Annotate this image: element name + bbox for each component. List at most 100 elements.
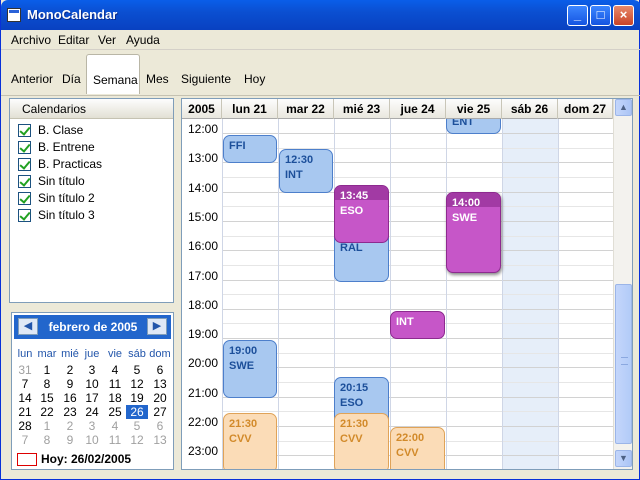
checkbox-checked-icon[interactable] <box>18 124 31 137</box>
weekday-label: mar <box>37 348 57 360</box>
mini-calendar-day[interactable]: 14 <box>14 391 36 405</box>
day-header[interactable]: mié 23 <box>334 99 390 119</box>
event-block[interactable]: INT <box>390 311 445 339</box>
maximize-button[interactable]: □ <box>590 5 611 26</box>
event-block[interactable]: 13:45 ESO <box>334 185 389 243</box>
menu-ver[interactable]: Ver <box>98 33 116 47</box>
mini-calendar-day[interactable]: 28 <box>14 419 36 433</box>
title-bar[interactable]: MonoCalendar _ □ × <box>1 0 640 30</box>
hour-label: 21:00 <box>187 385 218 400</box>
event-block[interactable]: 19:00 SWE <box>223 340 277 398</box>
mini-calendar-day[interactable]: 24 <box>81 405 103 419</box>
mini-calendar-day[interactable]: 13 <box>149 377 171 391</box>
mini-calendar-day[interactable]: 25 <box>104 405 126 419</box>
today-indicator[interactable]: Hoy: 26/02/2005 <box>14 451 174 467</box>
half-hour-line <box>222 147 613 149</box>
previous-button[interactable]: Anterior <box>11 72 53 86</box>
mini-calendar-day[interactable]: 19 <box>126 391 148 405</box>
hour-label: 14:00 <box>187 180 218 195</box>
menu-editar[interactable]: Editar <box>58 33 89 47</box>
event-block[interactable]: 14:00 SWE <box>446 192 501 273</box>
hour-line <box>222 250 613 252</box>
mini-calendar-day[interactable]: 5 <box>126 363 148 377</box>
day-divider <box>558 119 559 469</box>
mini-calendar-day[interactable]: 8 <box>36 377 58 391</box>
day-header[interactable]: mar 22 <box>278 99 334 119</box>
mini-calendar-day[interactable]: 8 <box>36 433 58 447</box>
half-hour-line <box>222 206 613 208</box>
mini-calendar-day[interactable]: 31 <box>14 363 36 377</box>
mini-calendar-day[interactable]: 3 <box>81 419 103 433</box>
day-header[interactable]: jue 24 <box>390 99 446 119</box>
mini-calendar-day[interactable]: 2 <box>59 363 81 377</box>
day-header[interactable]: lun 21 <box>222 99 278 119</box>
day-view-button[interactable]: Día <box>62 72 81 86</box>
time-grid[interactable]: ENT FFI 12:30 INT RAL 13:45 ESO 14:00 SWE I… <box>182 119 613 469</box>
event-block[interactable]: 21:30 CVV <box>223 413 277 469</box>
mini-calendar-day[interactable]: 13 <box>149 433 171 447</box>
mini-calendar-day[interactable]: 4 <box>104 363 126 377</box>
mini-calendar-day[interactable]: 26 <box>126 405 148 419</box>
menu-ayuda[interactable]: Ayuda <box>126 33 160 47</box>
toolbar: Anterior Día Semana Mes Siguiente Hoy <box>1 50 640 96</box>
mini-calendar-day[interactable]: 5 <box>126 419 148 433</box>
scrollbar-thumb[interactable] <box>615 284 632 444</box>
prev-month-icon[interactable]: ◀ <box>18 318 38 335</box>
mini-calendar-day[interactable]: 22 <box>36 405 58 419</box>
checkbox-checked-icon[interactable] <box>18 209 31 222</box>
month-view-button[interactable]: Mes <box>146 72 169 86</box>
checkbox-checked-icon[interactable] <box>18 192 31 205</box>
event-title: SWE <box>229 360 255 372</box>
event-title: INT <box>285 169 303 181</box>
menu-archivo[interactable]: Archivo <box>11 33 51 47</box>
scroll-down-arrow-icon[interactable]: ▼ <box>615 450 632 467</box>
checkbox-checked-icon[interactable] <box>18 158 31 171</box>
checkbox-checked-icon[interactable] <box>18 141 31 154</box>
mini-calendar-day[interactable]: 21 <box>14 405 36 419</box>
event-block[interactable]: 12:30 INT <box>279 149 333 193</box>
event-block[interactable]: 21:30 CVV <box>334 413 389 469</box>
mini-calendar-day[interactable]: 1 <box>36 419 58 433</box>
mini-calendar-day[interactable]: 15 <box>36 391 58 405</box>
day-header[interactable]: vie 25 <box>446 99 502 119</box>
mini-calendar-day[interactable]: 6 <box>149 419 171 433</box>
close-button[interactable]: × <box>613 5 634 26</box>
mini-calendar-day[interactable]: 12 <box>126 433 148 447</box>
day-header[interactable]: sáb 26 <box>502 99 558 119</box>
event-block[interactable]: ENT <box>446 119 501 134</box>
hour-label: 15:00 <box>187 209 218 224</box>
mini-calendar-day[interactable]: 7 <box>14 377 36 391</box>
mini-calendar-day[interactable]: 27 <box>149 405 171 419</box>
mini-calendar-day[interactable]: 17 <box>81 391 103 405</box>
event-block[interactable]: FFI <box>223 135 277 163</box>
mini-calendar-day[interactable]: 9 <box>59 433 81 447</box>
mini-calendar-day[interactable]: 7 <box>14 433 36 447</box>
mini-calendar-day[interactable]: 6 <box>149 363 171 377</box>
next-month-icon[interactable]: ▶ <box>147 318 167 335</box>
mini-calendar-day[interactable]: 9 <box>59 377 81 391</box>
scroll-up-arrow-icon[interactable]: ▲ <box>615 99 632 116</box>
mini-calendar-day[interactable]: 16 <box>59 391 81 405</box>
next-button[interactable]: Siguiente <box>181 72 231 86</box>
mini-calendar-day[interactable]: 1 <box>36 363 58 377</box>
mini-calendar-day[interactable]: 4 <box>104 419 126 433</box>
mini-calendar-day[interactable]: 10 <box>81 433 103 447</box>
mini-calendar-day[interactable]: 20 <box>149 391 171 405</box>
week-view-button[interactable]: Semana <box>86 54 140 94</box>
mini-calendar-day[interactable]: 11 <box>104 433 126 447</box>
mini-calendar-day[interactable]: 3 <box>81 363 103 377</box>
event-block[interactable]: 22:00 CVV <box>390 427 445 469</box>
event-title: FFI <box>229 140 246 152</box>
today-button[interactable]: Hoy <box>244 72 265 86</box>
mini-calendar-day[interactable]: 12 <box>126 377 148 391</box>
checkbox-checked-icon[interactable] <box>18 175 31 188</box>
mini-calendar-day[interactable]: 2 <box>59 419 81 433</box>
day-header[interactable]: dom 27 <box>558 99 613 119</box>
mini-calendar-day[interactable]: 18 <box>104 391 126 405</box>
mini-calendar-day[interactable]: 11 <box>104 377 126 391</box>
mini-calendar-day[interactable]: 23 <box>59 405 81 419</box>
vertical-scrollbar[interactable]: ▲ ▼ <box>613 99 632 469</box>
minimize-button[interactable]: _ <box>567 5 588 26</box>
day-divider <box>390 119 391 469</box>
mini-calendar-day[interactable]: 10 <box>81 377 103 391</box>
